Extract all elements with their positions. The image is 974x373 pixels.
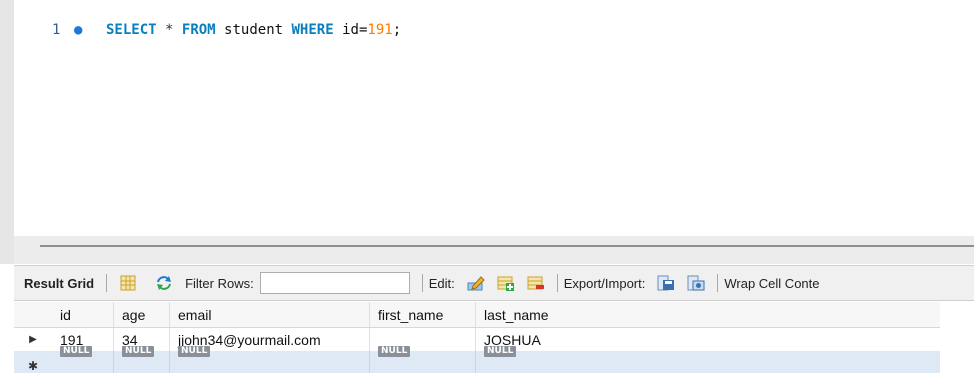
column-header-first-name[interactable]: first_name xyxy=(370,302,476,327)
column-header-email[interactable]: email xyxy=(170,302,370,327)
add-row-icon[interactable] xyxy=(497,275,515,291)
result-grid: id age email first_name last_name ▶ 191 … xyxy=(14,302,940,373)
wrap-cell-content-label[interactable]: Wrap Cell Conte xyxy=(724,276,819,291)
table-name: student xyxy=(224,22,284,38)
filter-rows-input[interactable] xyxy=(259,272,410,294)
select-star: * xyxy=(165,22,174,38)
null-cell-first-name[interactable]: NULL xyxy=(370,346,476,373)
null-cell-email[interactable]: NULL xyxy=(170,346,370,373)
sql-editor[interactable]: 1 ● SELECT * FROM student WHERE id=191; xyxy=(0,0,974,240)
result-toolbar: Result Grid Filter Rows: Edit: Export/Im… xyxy=(14,265,974,301)
export-import-label: Export/Import: xyxy=(563,275,646,291)
kw-where: WHERE xyxy=(291,22,334,38)
separator xyxy=(556,274,558,292)
separator xyxy=(421,274,423,292)
null-cell-age[interactable]: NULL xyxy=(114,346,170,373)
null-cell-id[interactable]: NULL xyxy=(52,346,114,373)
statement-dot-icon: ● xyxy=(74,22,83,38)
edit-label: Edit: xyxy=(428,275,455,291)
result-grid-tab[interactable]: Result Grid xyxy=(14,276,100,291)
kw-select: SELECT xyxy=(106,22,157,38)
where-condition: id= xyxy=(342,22,368,38)
new-row-asterisk-icon: ✱ xyxy=(27,359,39,373)
separator xyxy=(106,274,108,292)
column-header-id[interactable]: id xyxy=(52,302,114,327)
kw-from: FROM xyxy=(181,22,216,38)
splitter-line xyxy=(40,245,974,247)
code-line-1[interactable]: 1 ● SELECT * FROM student WHERE id=191; xyxy=(52,20,401,40)
null-badge: NULL xyxy=(122,346,155,357)
grid-view-icon[interactable] xyxy=(119,275,137,291)
column-header-age[interactable]: age xyxy=(114,302,170,327)
panel-splitter[interactable] xyxy=(0,236,974,264)
where-value: 191 xyxy=(367,22,393,38)
semicolon: ; xyxy=(392,22,402,38)
null-cell-last-name[interactable]: NULL xyxy=(476,346,940,373)
column-header-last-name[interactable]: last_name xyxy=(476,302,940,327)
null-badge: NULL xyxy=(484,346,517,357)
filter-rows-label: Filter Rows: xyxy=(185,275,254,291)
export-icon[interactable] xyxy=(657,275,675,291)
refresh-icon[interactable] xyxy=(155,275,173,291)
delete-row-icon[interactable] xyxy=(527,275,545,291)
current-row-arrow-icon: ▶ xyxy=(29,334,37,345)
null-badge: NULL xyxy=(60,346,93,357)
edit-pencil-icon[interactable] xyxy=(467,275,485,291)
line-number: 1 xyxy=(52,22,61,38)
separator xyxy=(717,274,719,292)
null-badge: NULL xyxy=(378,346,411,357)
new-row[interactable]: ✱ NULL NULL NULL NULL NULL xyxy=(14,346,940,373)
header-corner xyxy=(14,302,52,327)
null-badge: NULL xyxy=(178,346,211,357)
cell-last-name[interactable]: JOSHUA xyxy=(476,328,940,351)
grid-header-row: id age email first_name last_name xyxy=(14,302,940,328)
import-icon[interactable] xyxy=(687,275,705,291)
